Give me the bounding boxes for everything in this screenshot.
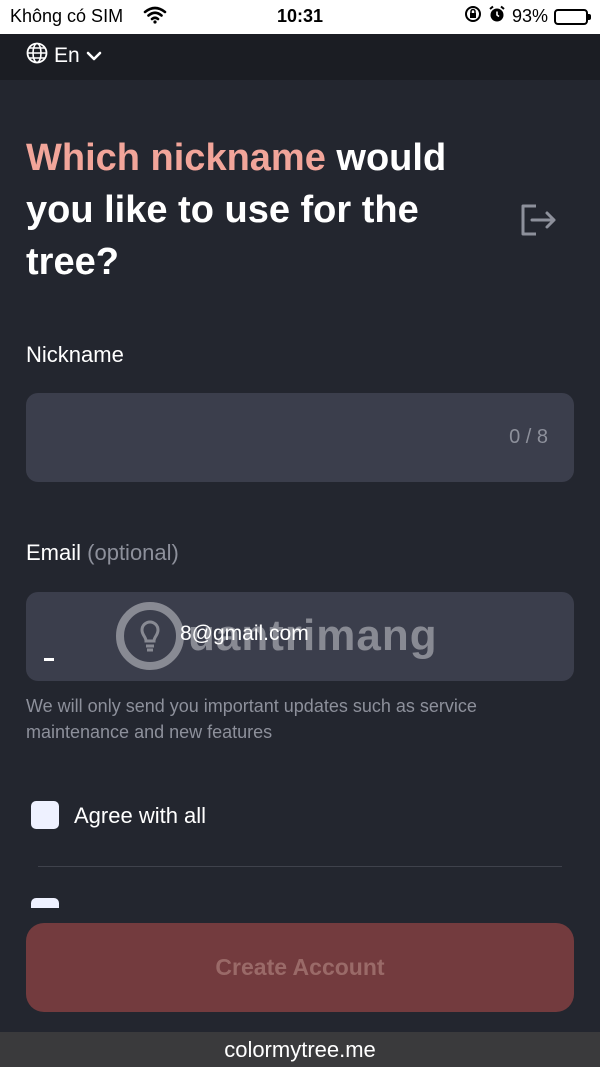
status-bar: Không có SIM 10:31 93%: [0, 0, 600, 34]
language-selector[interactable]: En: [26, 42, 102, 70]
agree-all-checkbox[interactable]: [31, 801, 59, 829]
divider: [38, 866, 562, 867]
top-bar: En: [0, 34, 600, 80]
email-input[interactable]: uantrimang 8@gmail.com: [26, 592, 574, 681]
email-hint: We will only send you important updates …: [26, 696, 477, 742]
title-accent: Which nickname: [26, 137, 326, 179]
nickname-label: Nickname: [26, 342, 124, 367]
nickname-counter: 0 / 8: [509, 426, 548, 448]
alarm-icon: [488, 5, 506, 28]
url-bar[interactable]: colormytree.me: [0, 1032, 600, 1067]
email-value: 8@gmail.com: [180, 622, 309, 645]
bulb-icon: [116, 602, 184, 670]
page-title: Which nickname would you like to use for…: [26, 132, 496, 288]
battery-icon: [554, 8, 591, 25]
status-right: 93%: [464, 5, 591, 28]
main-content: Which nickname would you like to use for…: [0, 80, 600, 1032]
nickname-input[interactable]: 0 / 8: [26, 393, 574, 482]
language-label: En: [54, 44, 80, 67]
logout-icon[interactable]: [518, 202, 560, 243]
agree-all-label[interactable]: Agree with all: [74, 803, 206, 829]
email-label-text: Email: [26, 540, 82, 565]
create-account-button[interactable]: Create Account: [26, 923, 574, 1012]
rotation-lock-icon: [464, 5, 482, 28]
terms-checkbox-partial[interactable]: [31, 898, 59, 908]
text-caret: [44, 658, 54, 661]
chevron-down-icon: [86, 44, 102, 68]
battery-percent: 93%: [511, 6, 548, 26]
email-optional-text: (optional): [87, 540, 179, 565]
email-label: Email (optional): [26, 540, 179, 566]
globe-icon: [26, 42, 48, 70]
